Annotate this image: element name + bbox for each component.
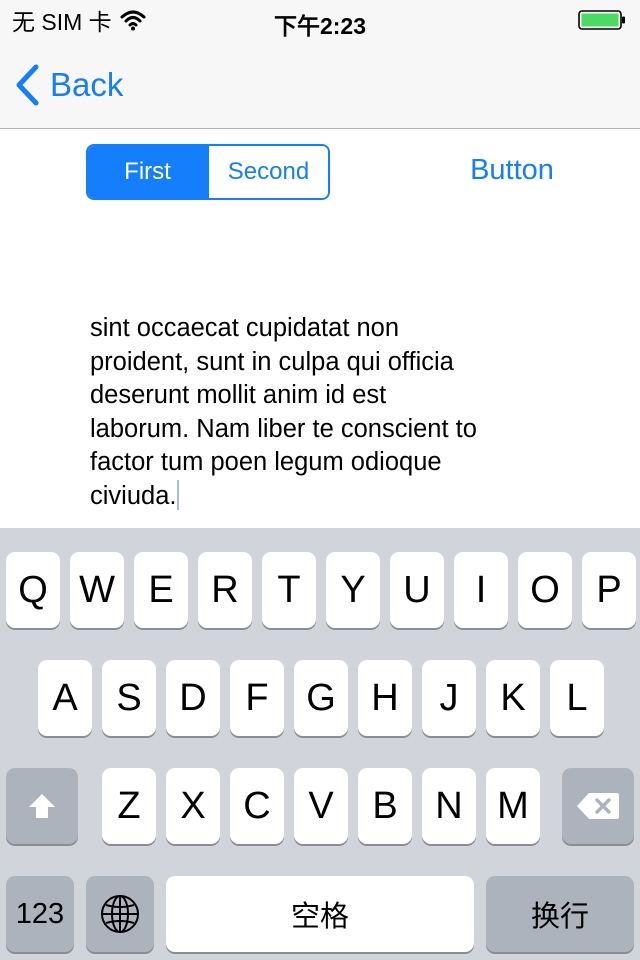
key-c[interactable]: C	[230, 768, 284, 844]
back-button[interactable]: Back	[14, 62, 123, 108]
globe-key[interactable]	[86, 876, 154, 952]
key-q[interactable]: Q	[6, 552, 60, 628]
key-n[interactable]: N	[422, 768, 476, 844]
text-line: proident, sunt in culpa qui officia	[90, 347, 454, 376]
numbers-key[interactable]: 123	[6, 876, 74, 952]
key-o[interactable]: O	[518, 552, 572, 628]
keyboard: Q W E R T Y U I O P A S D F G H J K L Z …	[0, 528, 640, 960]
segment-first[interactable]: First	[88, 146, 207, 198]
key-j[interactable]: J	[422, 660, 476, 736]
key-s[interactable]: S	[102, 660, 156, 736]
key-d[interactable]: D	[166, 660, 220, 736]
key-x[interactable]: X	[166, 768, 220, 844]
status-time: 下午2:23	[273, 13, 367, 39]
text-line: factor tum poen legum odioque	[90, 448, 442, 476]
key-k[interactable]: K	[486, 660, 540, 736]
text-view[interactable]: sint occaecat cupidatat non proident, su…	[90, 312, 560, 522]
key-l[interactable]: L	[550, 660, 604, 736]
space-key[interactable]: 空格	[166, 876, 474, 952]
delete-icon	[577, 793, 619, 819]
return-key[interactable]: 换行	[486, 876, 634, 952]
key-p[interactable]: P	[582, 552, 636, 628]
key-w[interactable]: W	[70, 552, 124, 628]
plain-button[interactable]: Button	[462, 154, 562, 187]
text-line: laborum. Nam liber te conscient to	[90, 414, 477, 443]
chevron-left-icon	[16, 64, 39, 106]
key-e[interactable]: E	[134, 552, 188, 628]
segmented-control: First Second	[86, 144, 330, 200]
text-line: civiuda.	[90, 481, 177, 510]
key-g[interactable]: G	[294, 660, 348, 736]
text-line: deserunt mollit anim id est	[90, 381, 387, 409]
back-label: Back	[50, 66, 124, 103]
shift-icon	[29, 794, 55, 818]
text-caret	[177, 479, 180, 510]
key-z[interactable]: Z	[102, 768, 156, 844]
delete-key[interactable]	[562, 768, 634, 844]
battery-icon	[578, 10, 625, 30]
key-b[interactable]: B	[358, 768, 412, 844]
key-v[interactable]: V	[294, 768, 348, 844]
globe-icon	[101, 895, 139, 933]
key-h[interactable]: H	[358, 660, 412, 736]
navigation-bar: Back	[0, 40, 640, 129]
key-f[interactable]: F	[230, 660, 284, 736]
key-m[interactable]: M	[486, 768, 540, 844]
key-t[interactable]: T	[262, 552, 316, 628]
segment-second[interactable]: Second	[207, 146, 328, 198]
key-r[interactable]: R	[198, 552, 252, 628]
shift-key[interactable]	[6, 768, 78, 844]
key-i[interactable]: I	[454, 552, 508, 628]
key-a[interactable]: A	[38, 660, 92, 736]
key-u[interactable]: U	[390, 552, 444, 628]
text-line: sint occaecat cupidatat non	[90, 314, 400, 342]
status-bar: 无 SIM 卡 下午2:23	[0, 0, 640, 40]
key-y[interactable]: Y	[326, 552, 380, 628]
